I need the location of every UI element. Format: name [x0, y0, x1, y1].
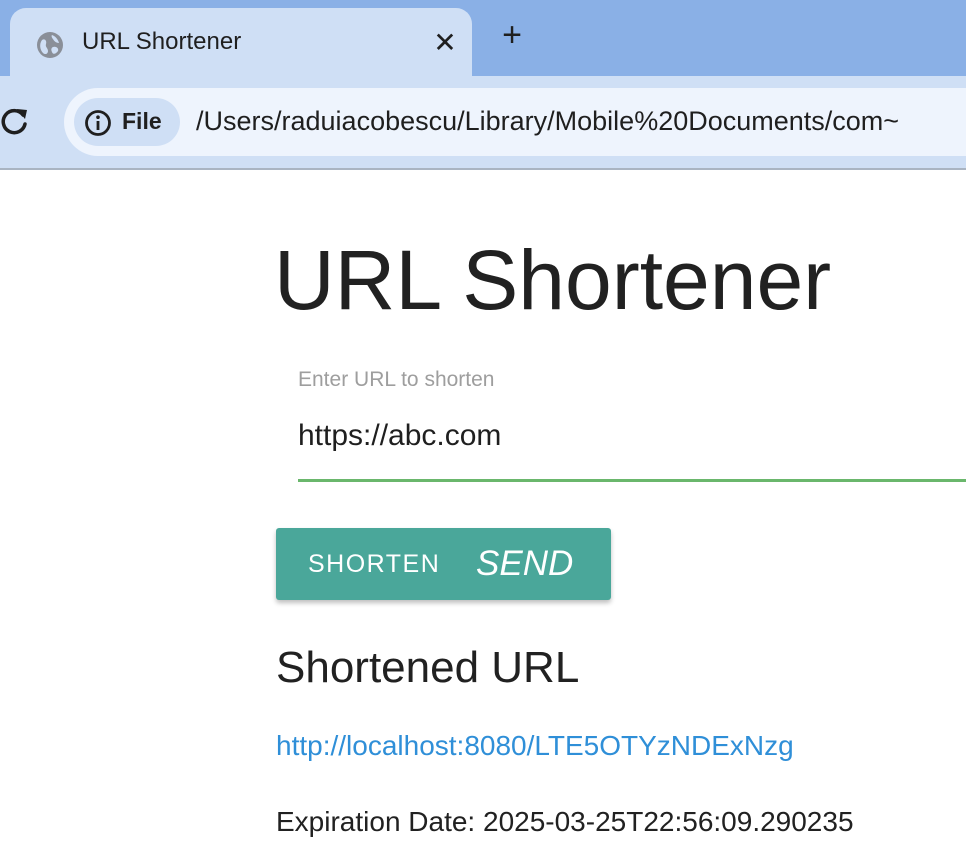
reload-icon[interactable]: [0, 106, 30, 138]
shortened-url-link[interactable]: http://localhost:8080/LTE5OTYzNDExNzg: [276, 730, 794, 762]
toolbar-divider: [0, 168, 966, 170]
expiration-date-text: Expiration Date: 2025-03-25T22:56:09.290…: [276, 806, 854, 837]
shortened-url-heading: Shortened URL: [276, 643, 580, 692]
new-tab-plus-icon[interactable]: +: [494, 18, 530, 54]
browser-chrome: URL Shortener ✕ + File /Users/raduiacobe…: [0, 0, 966, 170]
address-url-text[interactable]: /Users/raduiacobescu/Library/Mobile%20Do…: [196, 106, 899, 137]
globe-icon: [37, 32, 63, 58]
browser-tab[interactable]: URL Shortener ✕: [10, 8, 472, 76]
page-title: URL Shortener: [274, 233, 832, 327]
file-chip-label[interactable]: File: [122, 108, 162, 135]
info-icon[interactable]: [84, 109, 112, 137]
shorten-button-label: SHORTEN: [308, 550, 441, 578]
url-input-underline: [298, 479, 966, 482]
shorten-button[interactable]: SHORTEN SEND: [276, 528, 611, 600]
send-icon: SEND: [476, 544, 574, 583]
url-input[interactable]: [298, 410, 966, 462]
tab-close-icon[interactable]: ✕: [428, 26, 462, 60]
tab-title: URL Shortener: [82, 28, 242, 55]
url-input-label: Enter URL to shorten: [298, 368, 495, 391]
tab-strip: URL Shortener ✕ +: [0, 0, 966, 76]
